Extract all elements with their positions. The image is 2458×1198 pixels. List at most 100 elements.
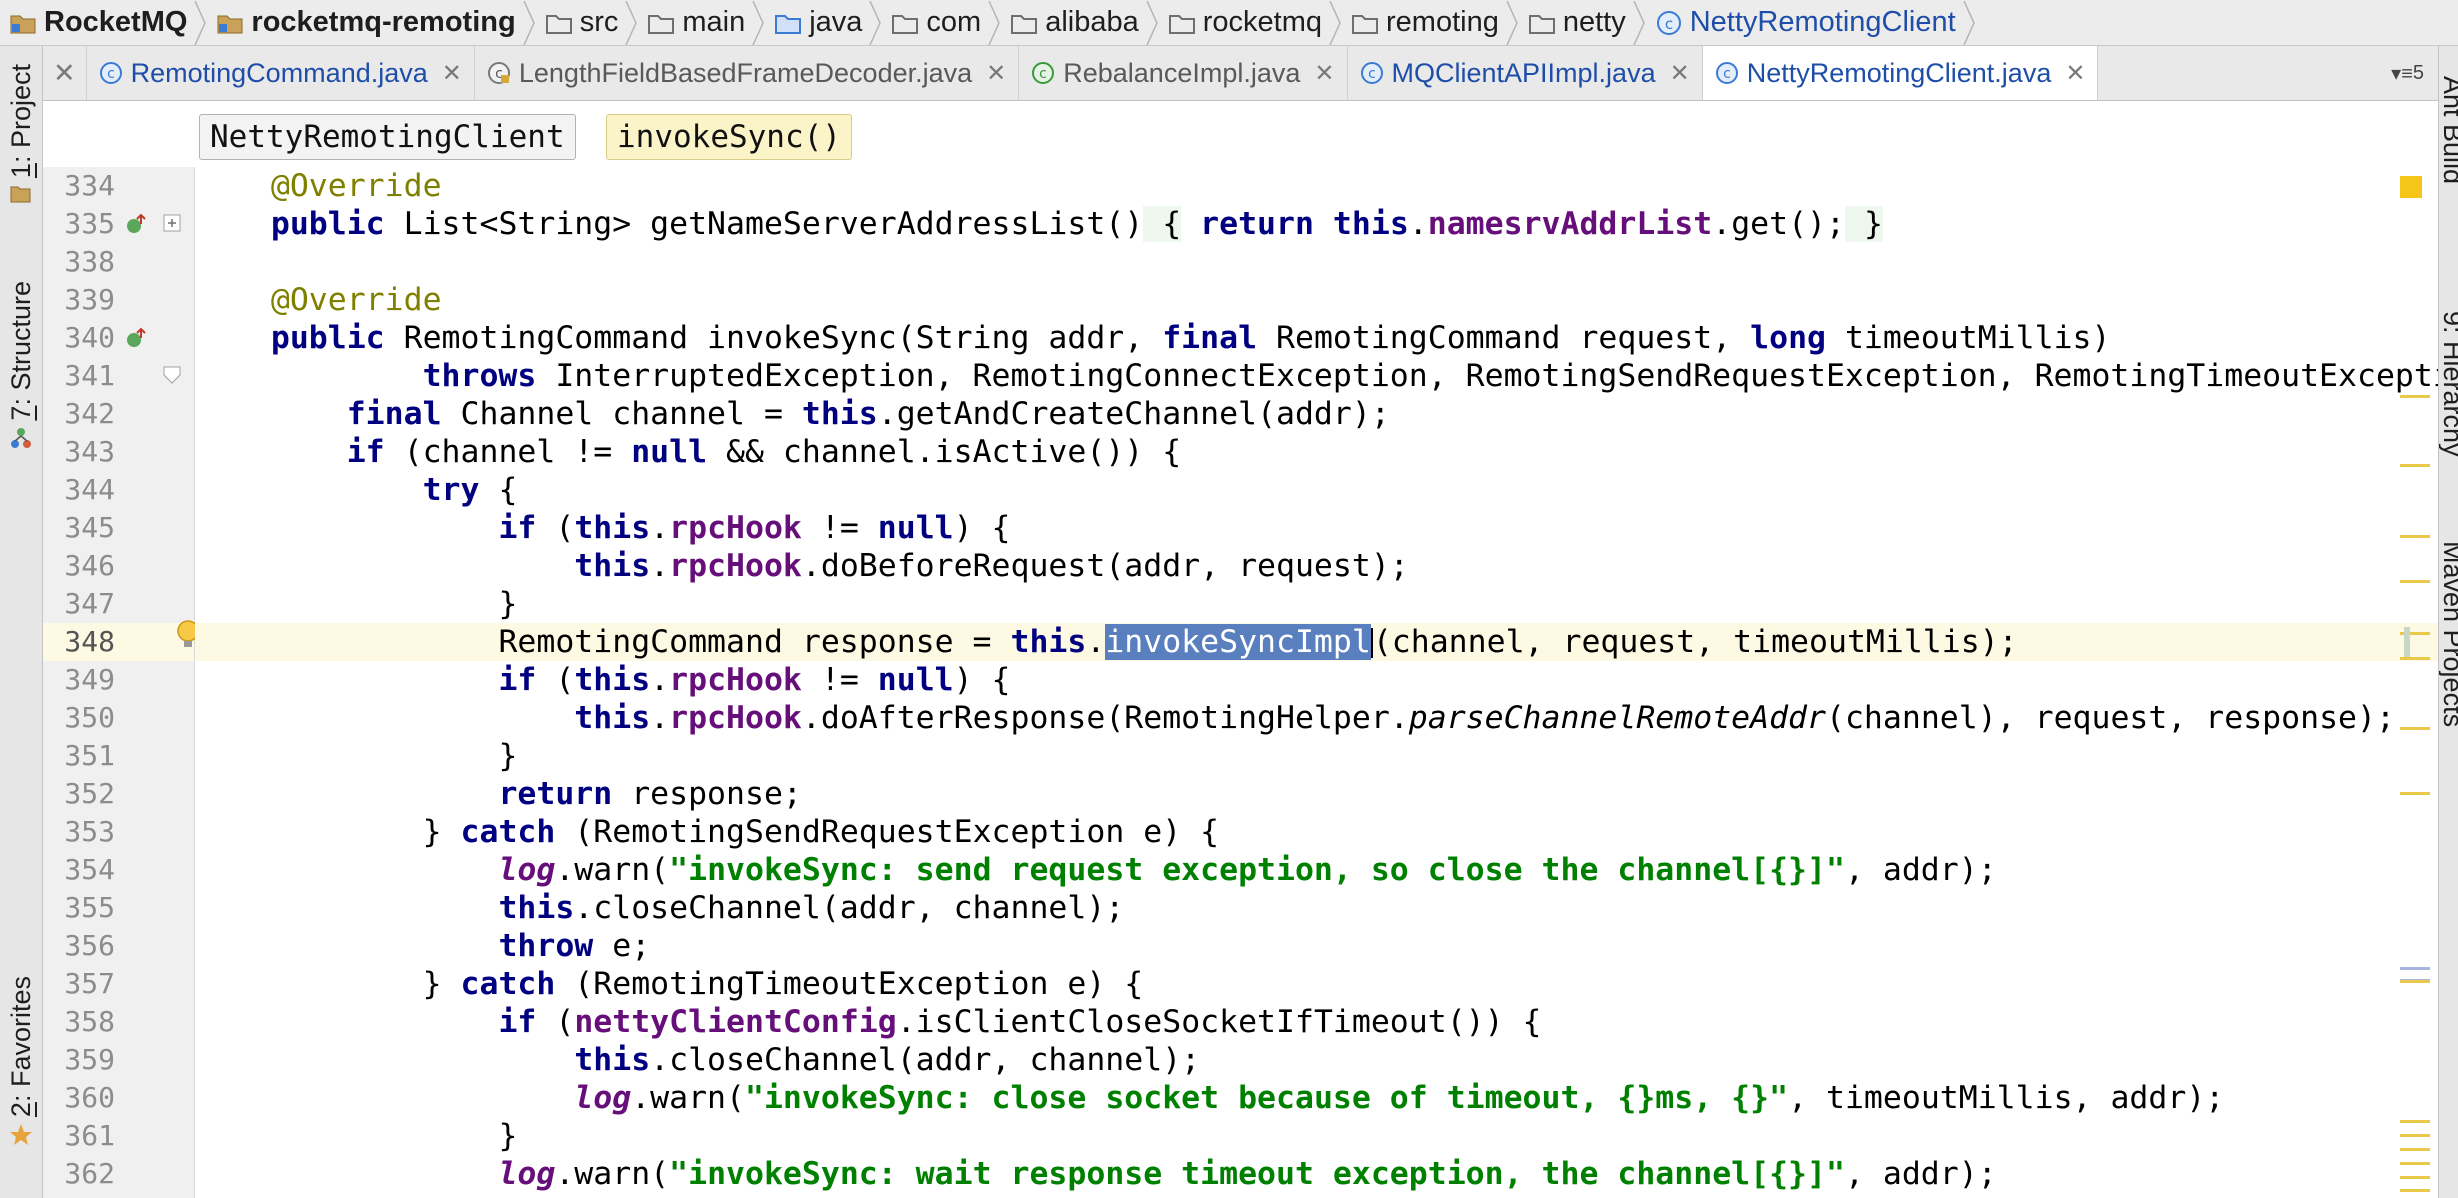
warning-marker[interactable] [2400,1148,2430,1151]
tab-length-field-decoder[interactable]: c LengthFieldBasedFrameDecoder.java ✕ [475,46,1020,100]
editor-breadcrumb: NettyRemotingClient invokeSync() [43,101,2438,167]
nav-crumb-rocketmq[interactable]: rocketmq [1159,0,1328,45]
nav-crumb-src[interactable]: src [536,0,625,45]
code-line: @Override [270,168,442,204]
project-folder-icon [10,12,36,34]
ant-build-tool-button[interactable]: Ant Build [2439,76,2458,184]
close-icon[interactable]: ✕ [2065,59,2085,88]
nav-crumb-java[interactable]: java [765,0,868,45]
info-marker[interactable] [2400,967,2430,970]
code-line: } catch (RemotingTimeoutException e) { [422,966,1144,1002]
line-number: 344 [64,473,115,506]
class-icon: c [1656,10,1682,36]
nav-crumb-alibaba[interactable]: alibaba [1001,0,1145,45]
warning-marker[interactable] [2400,657,2430,660]
chevron-right-icon [1962,0,1976,45]
warning-marker[interactable] [2400,980,2430,983]
structure-tool-window-button[interactable]: 7: Structure [0,281,42,454]
breadcrumb-method[interactable]: invokeSync() [606,114,852,160]
svg-text:c: c [1723,66,1731,82]
scroll-thumb[interactable] [2404,627,2410,657]
breadcrumb-class[interactable]: NettyRemotingClient [199,114,576,160]
warning-marker[interactable] [2400,1120,2430,1123]
warning-marker[interactable] [2400,580,2430,583]
svg-text:c: c [107,66,115,82]
structure-tool-label: 7: Structure [5,281,36,421]
line-number: 353 [64,815,115,848]
chevron-right-icon [1328,0,1342,45]
warning-marker[interactable] [2400,395,2430,398]
line-number: 338 [64,245,115,278]
abstract-class-icon: c [1031,61,1055,85]
line-number: 358 [64,1005,115,1038]
chevron-right-icon [624,0,638,45]
tab-rebalance-impl[interactable]: c RebalanceImpl.java ✕ [1019,46,1348,100]
tab-label: NettyRemotingClient.java [1746,57,2052,88]
warning-marker[interactable] [2400,1162,2430,1165]
warning-marker[interactable] [2400,727,2430,730]
line-number: 343 [64,435,115,468]
chevron-right-icon [522,0,536,45]
code-line-current: RemotingCommand response = this.invokeSy… [195,623,2438,661]
tab-label: RemotingCommand.java [130,57,428,88]
folder-icon [1168,12,1195,34]
line-number: 334 [64,169,115,202]
code-line: throws InterruptedException, RemotingCon… [422,358,2438,394]
fold-expand-icon[interactable] [163,214,181,232]
nav-crumb-label: netty [1562,6,1626,38]
code-line: if (this.rpcHook != null) { [498,662,1011,698]
tab-close-hidden[interactable]: ✕ [43,46,87,100]
nav-crumb-class[interactable]: c NettyRemotingClient [1646,0,1962,45]
tab-remoting-command[interactable]: c RemotingCommand.java ✕ [87,46,475,100]
nav-crumb-netty[interactable]: netty [1519,0,1632,45]
warning-marker[interactable] [2400,792,2430,795]
tab-netty-remoting-client[interactable]: c NettyRemotingClient.java ✕ [1702,46,2099,100]
implements-method-icon[interactable] [125,326,149,350]
tab-overflow-menu[interactable]: ▾≡ 5 [2377,46,2438,100]
error-stripe[interactable] [2400,167,2434,1198]
warning-marker[interactable] [2400,1176,2430,1179]
nav-crumb-label: rocketmq [1202,6,1323,38]
nav-crumb-remoting[interactable]: remoting [1342,0,1505,45]
warning-status-indicator[interactable] [2400,176,2422,198]
close-icon[interactable]: ✕ [1670,59,1690,88]
nav-crumb-main[interactable]: main [638,0,751,45]
class-icon: c [99,61,123,85]
favorites-tool-label: 2: Favorites [5,976,36,1118]
warning-marker[interactable] [2400,464,2430,467]
code-editor[interactable]: 334 335 338 339 340 341 342 343 344 345 … [43,167,2438,1198]
nav-crumb-com[interactable]: com [882,0,987,45]
tab-label: RebalanceImpl.java [1063,57,1301,88]
svg-text:c: c [1665,15,1673,33]
warning-marker[interactable] [2400,1134,2430,1137]
line-number: 335 [64,207,115,240]
project-tool-window-button[interactable]: 1: Project [0,64,42,209]
nav-crumb-module[interactable]: rocketmq-remoting [207,0,521,45]
code-line: log.warn("invokeSync: close socket becau… [574,1080,2225,1116]
code-text-area[interactable]: @Override public List<String> getNameSer… [195,167,2438,1198]
code-line: return response; [498,776,802,812]
hierarchy-tool-button[interactable]: 9: Hierarchy [2439,311,2458,457]
close-icon[interactable]: ✕ [986,59,1006,88]
warning-marker[interactable] [2400,535,2430,538]
warning-marker[interactable] [2400,1189,2430,1192]
close-icon[interactable]: ✕ [442,59,462,88]
right-tool-stripe: Ant Build 9: Hierarchy Maven Projects [2438,46,2458,1198]
chevron-right-icon [751,0,765,45]
nav-crumb-label: RocketMQ [44,6,188,38]
class-locked-icon: c [487,61,511,85]
code-line: public List<String> getNameServerAddress… [270,206,1883,242]
folder-icon [545,12,572,34]
close-icon[interactable]: ✕ [1314,59,1334,88]
maven-projects-tool-button[interactable]: Maven Projects [2439,541,2458,727]
favorites-tool-window-button[interactable]: 2: Favorites [0,976,42,1152]
nav-crumb-label: rocketmq-remoting [251,6,516,38]
selected-text[interactable]: invokeSyncImpl [1105,624,1371,660]
fold-collapse-icon[interactable] [163,366,181,384]
implements-method-icon[interactable] [125,212,149,236]
nav-crumb-project[interactable]: RocketMQ [0,0,193,45]
code-line: final Channel channel = this.getAndCreat… [346,396,1390,432]
tab-mq-client-api-impl[interactable]: c MQClientAPIImpl.java ✕ [1348,46,1703,100]
nav-crumb-label: remoting [1386,6,1499,38]
class-icon: c [1715,61,1739,85]
